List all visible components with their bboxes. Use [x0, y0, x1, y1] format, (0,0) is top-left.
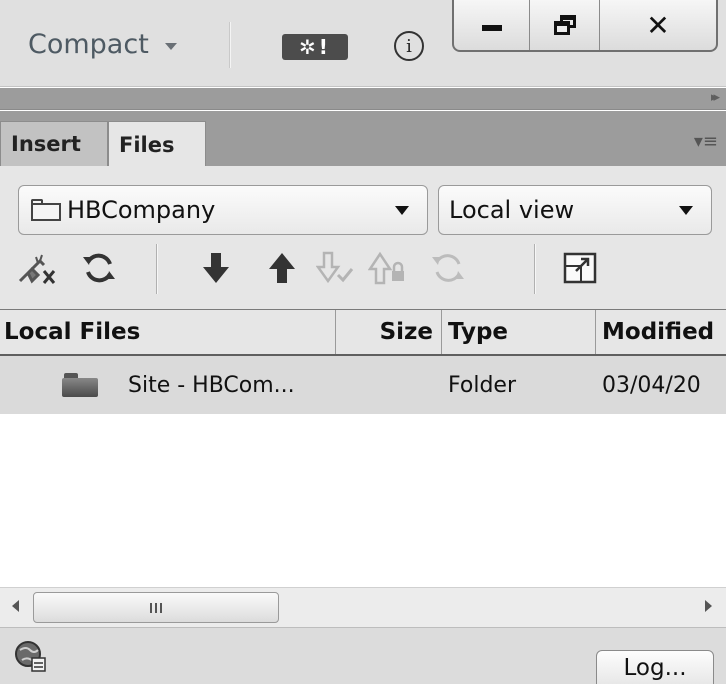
- chevron-down-icon: [395, 206, 409, 215]
- horizontal-scrollbar[interactable]: [0, 587, 726, 627]
- extension-icon-text: ✲!: [299, 35, 331, 59]
- tab-files-label: Files: [119, 132, 175, 157]
- status-bar: Log...: [0, 627, 726, 684]
- chevron-down-icon: [164, 42, 177, 50]
- folder-icon: [31, 199, 61, 221]
- column-header-label: Size: [379, 319, 433, 345]
- column-header-label: Modified: [602, 319, 715, 345]
- tab-insert[interactable]: Insert: [0, 121, 108, 166]
- minimize-icon: [481, 25, 502, 31]
- collapse-panel-icon[interactable]: ▸▸: [711, 90, 720, 105]
- view-select-value: Local view: [449, 196, 575, 224]
- row-type: Folder: [448, 372, 516, 398]
- panel-group-header[interactable]: ▸▸: [0, 88, 726, 110]
- row-name: Site - HBCom...: [128, 372, 295, 398]
- column-header-type[interactable]: Type: [442, 310, 596, 354]
- row-modified: 03/04/20: [602, 372, 701, 398]
- expand-icon[interactable]: [560, 248, 600, 288]
- log-button-label: Log...: [623, 655, 687, 681]
- column-header-modified[interactable]: Modified: [596, 310, 726, 354]
- divider: [229, 22, 230, 68]
- column-header-label: Type: [448, 319, 509, 345]
- window-controls: ✕: [452, 0, 718, 52]
- put-files-icon[interactable]: [262, 248, 302, 288]
- scroll-left-icon[interactable]: [12, 600, 19, 612]
- refresh-icon[interactable]: [79, 248, 119, 288]
- grip-icon: [150, 602, 162, 613]
- file-list: Local Files Size Type Modified Site - HB…: [0, 309, 726, 587]
- workspace-switcher[interactable]: Compact: [28, 24, 177, 64]
- toolbar-divider: [156, 244, 157, 294]
- tab-files[interactable]: Files: [108, 121, 206, 167]
- synchronize-icon[interactable]: [428, 248, 468, 288]
- restore-icon: [553, 15, 576, 35]
- tab-insert-label: Insert: [11, 132, 81, 156]
- column-header-local-files[interactable]: Local Files: [0, 310, 336, 354]
- log-button[interactable]: Log...: [596, 650, 714, 684]
- files-panel-controls: HBCompany Local view: [0, 166, 726, 309]
- scrollbar-thumb[interactable]: [33, 592, 279, 623]
- close-icon: ✕: [646, 8, 670, 42]
- chevron-down-icon: [679, 206, 693, 215]
- check-in-icon[interactable]: [368, 248, 408, 288]
- toolbar-divider: [534, 244, 535, 294]
- panel-options-menu-icon[interactable]: ▾≡: [694, 131, 718, 152]
- extension-manager-icon[interactable]: ✲!: [282, 34, 348, 60]
- file-list-header: Local Files Size Type Modified: [0, 310, 726, 356]
- scroll-right-icon[interactable]: [705, 600, 712, 612]
- close-button[interactable]: ✕: [600, 0, 716, 50]
- site-select-value: HBCompany: [67, 196, 216, 224]
- disconnect-icon[interactable]: [18, 248, 58, 288]
- panel-tab-bar: Insert Files ▾≡: [0, 111, 726, 167]
- application-bar: Compact ✲! i ✕: [0, 0, 726, 87]
- workspace-label: Compact: [28, 28, 149, 60]
- folder-icon: [62, 373, 100, 397]
- site-select[interactable]: HBCompany: [18, 185, 428, 235]
- site-status-icon[interactable]: [14, 640, 46, 672]
- view-select[interactable]: Local view: [438, 185, 712, 235]
- minimize-button[interactable]: [454, 0, 530, 50]
- files-panel-window: Compact ✲! i ✕ ▸▸ Insert Files ▾≡ HBComp…: [0, 0, 726, 684]
- column-header-size[interactable]: Size: [336, 310, 442, 354]
- check-out-icon[interactable]: [316, 248, 356, 288]
- get-files-icon[interactable]: [196, 248, 236, 288]
- files-toolbar: [0, 240, 726, 300]
- table-row[interactable]: Site - HBCom... Folder 03/04/20: [0, 356, 726, 414]
- column-header-label: Local Files: [4, 319, 141, 345]
- info-icon[interactable]: i: [394, 31, 424, 61]
- restore-button[interactable]: [530, 0, 600, 50]
- info-icon-glyph: i: [406, 35, 412, 57]
